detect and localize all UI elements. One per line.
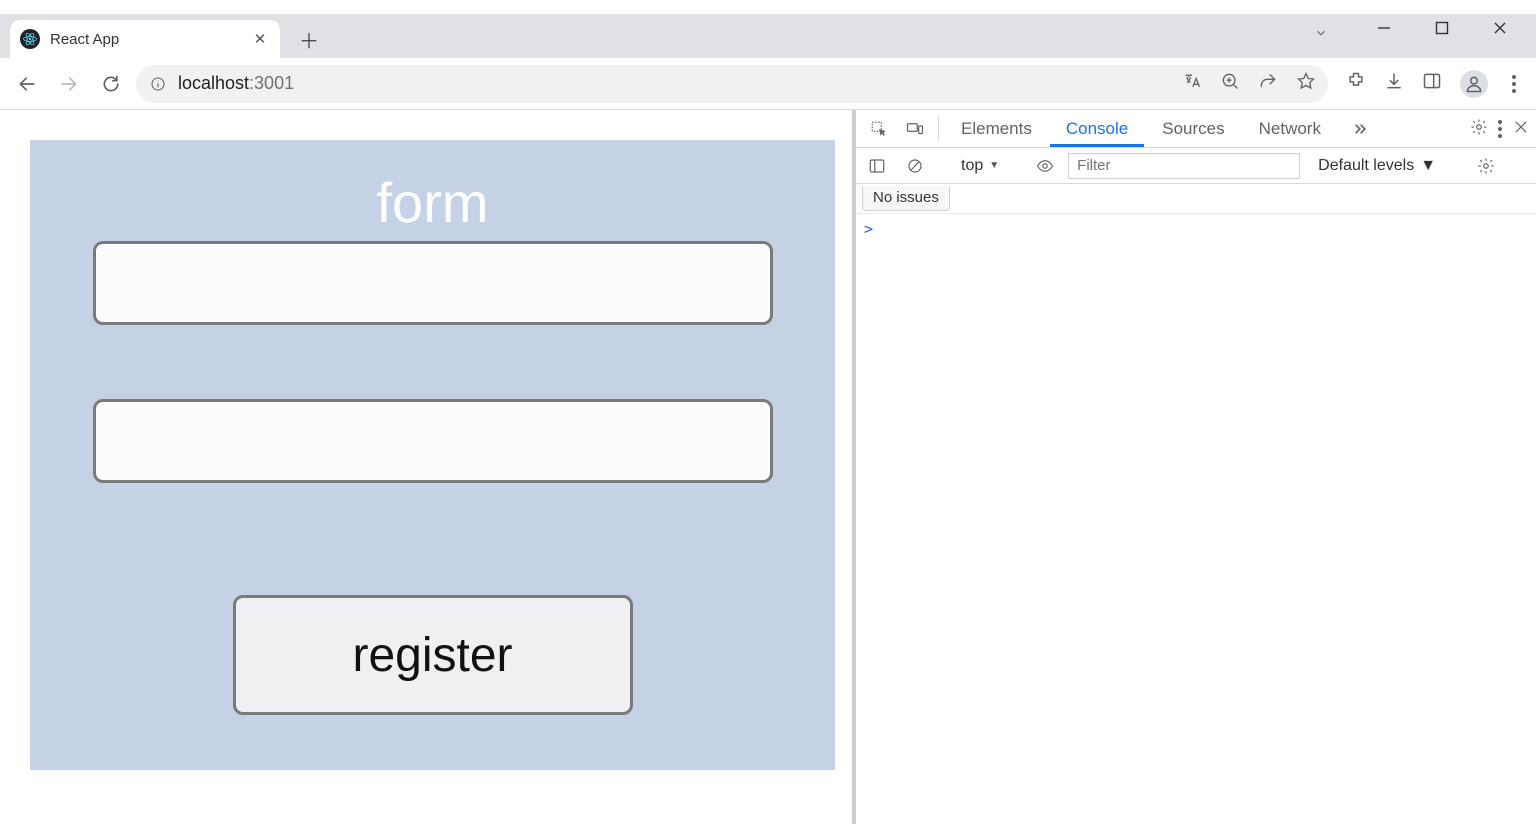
window-close-button[interactable] [1482,14,1518,42]
nav-forward-button[interactable] [52,67,86,101]
url-port: :3001 [249,73,294,93]
window-controls [1348,4,1536,52]
form-input-1[interactable] [93,241,773,325]
page-viewport[interactable]: form register [0,110,856,824]
url-text: localhost:3001 [178,73,294,94]
chevron-down-icon: ▼ [989,160,999,171]
extensions-icon[interactable] [1346,71,1366,96]
console-settings-icon[interactable] [1471,151,1501,181]
devtools-tab-network[interactable]: Network [1243,110,1337,147]
console-toolbar: top ▼ Default levels ▼ [856,148,1536,184]
devtools-tab-elements[interactable]: Elements [945,110,1048,147]
live-expression-icon[interactable] [1030,151,1060,181]
console-filter-input[interactable] [1068,153,1300,179]
issues-pill[interactable]: No issues [862,186,950,211]
window-minimize-button[interactable] [1366,14,1402,42]
nav-back-button[interactable] [10,67,44,101]
nav-reload-button[interactable] [94,67,128,101]
devtools-menu-button[interactable] [1494,120,1506,138]
form-title: form [377,170,489,235]
sidepanel-icon[interactable] [1422,71,1442,96]
console-output[interactable]: > [856,214,1536,824]
console-clear-icon[interactable] [900,151,930,181]
devtools-tabs-overflow-icon[interactable] [1339,110,1379,147]
console-issues-row: No issues [856,184,1536,214]
devtools-close-button[interactable] [1512,118,1530,140]
form-card: form register [30,140,835,770]
devtools-tabbar: Elements Console Sources Network [856,110,1536,148]
profile-avatar[interactable] [1460,70,1488,98]
devtools-panel: Elements Console Sources Network top ▼ [856,110,1536,824]
console-levels-selector[interactable]: Default levels ▼ [1308,157,1446,175]
browser-toolbar: localhost:3001 [0,58,1536,110]
tabs-dropdown-button[interactable] [1306,18,1336,48]
console-context-selector[interactable]: top ▼ [955,157,1005,175]
console-prompt-caret: > [864,220,873,238]
translate-icon[interactable] [1182,71,1202,96]
downloads-icon[interactable] [1384,71,1404,96]
browser-tab-active[interactable]: React App ✕ [10,20,280,58]
browser-tabstrip: React App ✕ ＋ [0,14,1536,58]
devtools-settings-icon[interactable] [1470,118,1488,140]
zoom-icon[interactable] [1220,71,1240,96]
register-button[interactable]: register [233,595,633,715]
address-bar[interactable]: localhost:3001 [136,65,1328,103]
share-icon[interactable] [1258,71,1278,96]
console-sidebar-toggle-icon[interactable] [862,151,892,181]
bookmark-star-icon[interactable] [1296,71,1316,96]
url-host: localhost [178,73,249,93]
chevron-down-icon: ▼ [1420,157,1436,175]
window-titlebar [0,0,1536,14]
inspect-element-icon[interactable] [862,110,896,147]
chrome-menu-button[interactable] [1506,75,1522,93]
tab-title: React App [50,31,119,48]
console-context-label: top [961,157,983,175]
devtools-tab-sources[interactable]: Sources [1146,110,1240,147]
react-favicon [20,29,40,49]
site-info-icon[interactable] [148,74,168,94]
window-maximize-button[interactable] [1424,14,1460,42]
tab-close-button[interactable]: ✕ [252,31,268,47]
new-tab-button[interactable]: ＋ [294,24,324,54]
devtools-tab-console[interactable]: Console [1050,110,1144,147]
console-levels-label: Default levels [1318,157,1414,175]
device-toolbar-icon[interactable] [898,110,932,147]
form-input-2[interactable] [93,399,773,483]
